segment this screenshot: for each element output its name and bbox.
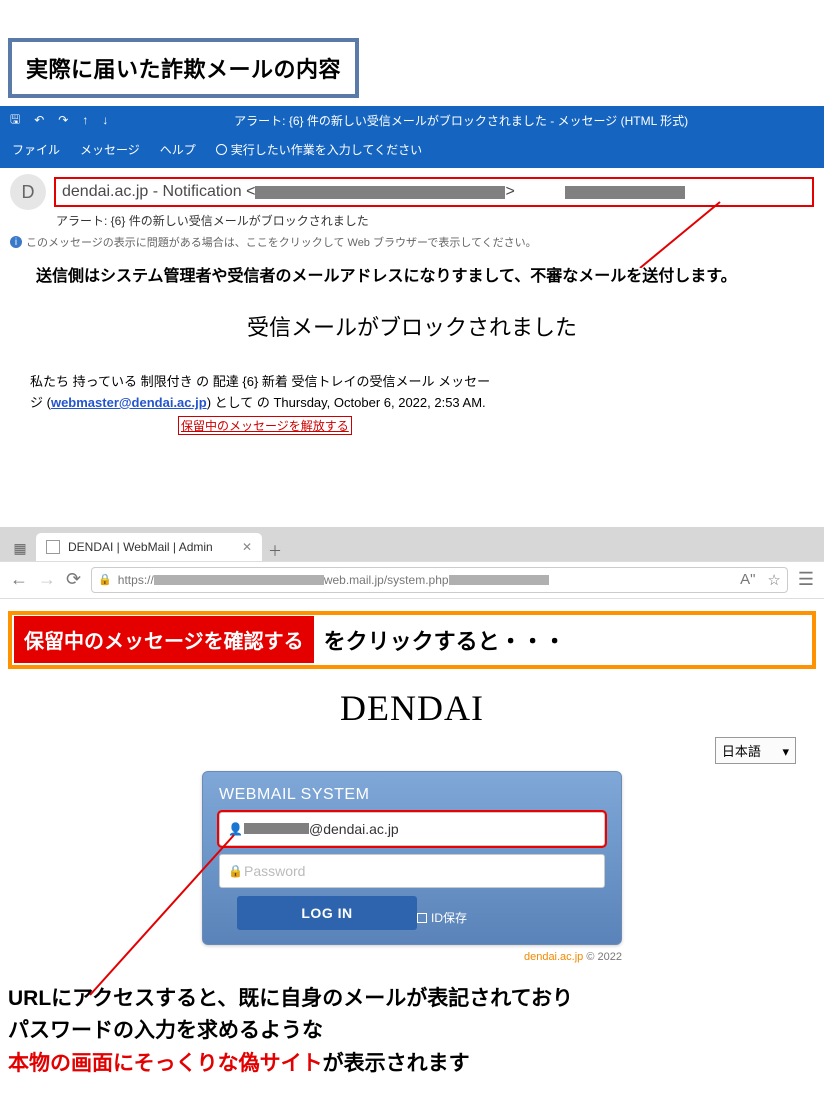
final-line3-red: 本物の画面にそっくりな偽サイト [8, 1052, 323, 1075]
subject-line: アラート: {6} 件の新しい受信メールがブロックされました [0, 212, 824, 231]
copyright: dendai.ac.jp © 2022 [202, 951, 622, 963]
up-icon[interactable]: ↑ [82, 113, 88, 127]
email-field[interactable]: 👤 @dendai.ac.jp [219, 812, 605, 846]
login-panel: WEBMAIL SYSTEM 👤 @dendai.ac.jp 🔒 Passwor… [202, 771, 622, 945]
tell-me-placeholder: 実行したい作業を入力してください [231, 141, 422, 158]
tell-me-input[interactable]: 実行したい作業を入力してください [216, 141, 422, 158]
info-text: このメッセージの表示に問題がある場合は、ここをクリックして Web ブラウザーで… [26, 234, 537, 250]
fake-brand: DENDAI [0, 681, 824, 737]
info-icon: i [10, 236, 22, 248]
final-line2: パスワードの入力を求めるような [8, 1019, 323, 1042]
page-icon [46, 540, 60, 554]
sender-name: dendai.ac.jp - Notification < [62, 183, 255, 201]
url-mid: web.mail.jp/system.php [324, 573, 449, 587]
avatar-initial: D [22, 182, 35, 203]
save-id-checkbox[interactable]: ID保存 [417, 909, 467, 926]
save-id-label: ID保存 [431, 909, 467, 926]
lock-icon: 🔒 [228, 864, 244, 878]
redaction-bar [449, 575, 549, 585]
final-explanation: URLにアクセスすると、既に自身のメールが表記されており パスワードの入力を求め… [0, 963, 824, 1110]
body-line2-prefix: ジ ( [30, 395, 51, 410]
info-bar[interactable]: i このメッセージの表示に問題がある場合は、ここをクリックして Web ブラウザ… [0, 231, 824, 256]
final-line1: URLにアクセスすると、既に自身のメールが表記されており [8, 987, 573, 1010]
body-line2-suffix: ) として の Thursday, October 6, 2022, 2:53 … [207, 395, 486, 410]
forward-icon: → [38, 569, 56, 590]
menu-help[interactable]: ヘルプ [160, 141, 196, 158]
final-line3-rest: が表示されます [323, 1052, 470, 1075]
sender-gt: > [505, 183, 514, 201]
refresh-icon[interactable]: ⟳ [66, 569, 81, 590]
favorite-icon[interactable]: ☆ [767, 571, 780, 589]
sender-highlight-box: dendai.ac.jp - Notification < > [54, 177, 814, 207]
outlook-ribbon: 🖫 ↶ ↷ ↑ ↓ アラート: {6} 件の新しい受信メールがブロックされました… [0, 106, 824, 168]
browser-tab[interactable]: DENDAI | WebMail | Admin ✕ [36, 533, 262, 561]
redaction-bar [565, 186, 685, 199]
login-button[interactable]: LOG IN [237, 896, 417, 930]
heading-box: 実際に届いた詐欺メールの内容 [8, 38, 359, 98]
email-body: 受信メールがブロックされました 私たち 持っている 制限付き の 配達 {6} … [0, 304, 824, 445]
language-select[interactable]: 日本語 ▾ [715, 737, 796, 764]
redaction-bar [244, 823, 309, 834]
new-tab-icon[interactable]: ＋ [268, 541, 282, 561]
copyright-brand: dendai.ac.jp [524, 951, 583, 963]
copyright-year: © 2022 [583, 951, 622, 963]
menu-message[interactable]: メッセージ [80, 141, 140, 158]
release-link[interactable]: 保留中のメッセージを解放する [178, 416, 352, 435]
menu-file[interactable]: ファイル [12, 141, 60, 158]
browser-window: ▦ DENDAI | WebMail | Admin ✕ ＋ ← → ⟳ 🔒 h… [0, 527, 824, 599]
language-value: 日本語 [722, 744, 761, 759]
callout-box: 保留中のメッセージを確認する をクリックすると・・・ [8, 611, 816, 669]
lock-icon: 🔒 [98, 573, 112, 586]
avatar: D [10, 174, 46, 210]
url-proto: https:// [118, 573, 154, 587]
heading-text: 実際に届いた詐欺メールの内容 [26, 57, 341, 82]
password-placeholder: Password [244, 863, 305, 879]
collections-icon[interactable]: ☰ [798, 569, 814, 590]
chevron-down-icon: ▾ [782, 744, 789, 759]
close-tab-icon[interactable]: ✕ [242, 540, 252, 554]
back-icon[interactable]: ← [10, 569, 28, 590]
panel-title: WEBMAIL SYSTEM [219, 786, 605, 804]
body-email-link[interactable]: webmaster@dendai.ac.jp [51, 395, 207, 410]
password-field[interactable]: 🔒 Password [219, 854, 605, 888]
redaction-bar [154, 575, 324, 585]
tab-title: DENDAI | WebMail | Admin [68, 540, 213, 554]
sender-row: D dendai.ac.jp - Notification < > [0, 168, 824, 212]
callout-text: をクリックすると・・・ [324, 624, 566, 656]
annotation-spoof: 送信側はシステム管理者や受信者のメールアドレスになりすまして、不審なメールを送付… [0, 256, 824, 304]
checkbox-icon [417, 913, 427, 923]
tab-overview-icon[interactable]: ▦ [6, 537, 34, 561]
user-icon: 👤 [228, 822, 244, 836]
email-domain: @dendai.ac.jp [309, 821, 399, 837]
redo-icon[interactable]: ↷ [58, 113, 68, 127]
undo-icon[interactable]: ↶ [34, 113, 44, 127]
address-bar[interactable]: 🔒 https:// web.mail.jp/system.php A" ☆ [91, 567, 788, 593]
reader-icon[interactable]: A" [740, 571, 755, 588]
email-body-title: 受信メールがブロックされました [30, 304, 794, 372]
window-title: アラート: {6} 件の新しい受信メールがブロックされました - メッセージ (… [108, 112, 814, 129]
redaction-bar [255, 186, 505, 199]
body-line1: 私たち 持っている 制限付き の 配達 {6} 新着 受信トレイの受信メール メ… [30, 374, 490, 389]
bulb-icon [216, 144, 227, 155]
save-icon[interactable]: 🖫 [10, 110, 20, 131]
callout-red-button: 保留中のメッセージを確認する [14, 616, 314, 663]
